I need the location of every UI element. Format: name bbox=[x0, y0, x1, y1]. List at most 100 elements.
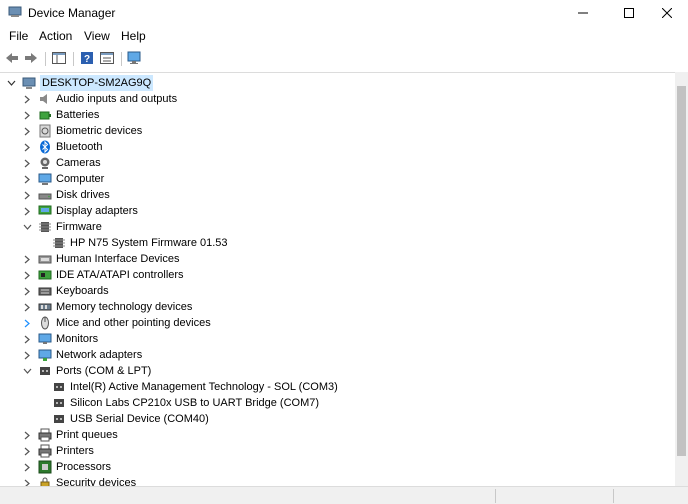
close-button[interactable] bbox=[646, 0, 688, 26]
tree-category[interactable]: Cameras bbox=[22, 155, 101, 171]
device-tree[interactable]: DESKTOP-SM2AG9Q Audio inputs and outputs… bbox=[0, 72, 675, 487]
chevron-right-icon[interactable] bbox=[22, 459, 32, 475]
maximize-button[interactable] bbox=[608, 0, 650, 26]
tree-item-label: Batteries bbox=[56, 109, 100, 121]
menu-view[interactable]: View bbox=[84, 29, 110, 43]
chevron-right-icon[interactable] bbox=[22, 203, 32, 219]
tree-category[interactable]: Disk drives bbox=[22, 187, 110, 203]
vertical-scrollbar[interactable] bbox=[675, 72, 688, 486]
device-manager-icon bbox=[8, 6, 22, 17]
port-icon bbox=[38, 364, 52, 378]
chevron-right-icon[interactable] bbox=[22, 315, 32, 331]
tree-category[interactable]: Print queues bbox=[22, 427, 118, 443]
chevron-right-icon[interactable] bbox=[22, 443, 32, 459]
chevron-right-icon[interactable] bbox=[22, 251, 32, 267]
tree-category[interactable]: Audio inputs and outputs bbox=[22, 91, 177, 107]
printer-icon bbox=[38, 428, 52, 442]
tree-item-label: Computer bbox=[56, 173, 105, 185]
tree-item-label: Memory technology devices bbox=[56, 301, 193, 313]
show-hide-console-tree-button[interactable] bbox=[51, 50, 67, 66]
chip-icon bbox=[52, 236, 66, 250]
tree-category[interactable]: Keyboards bbox=[22, 283, 109, 299]
tree-category[interactable]: Ports (COM & LPT) bbox=[22, 363, 151, 379]
tree-child-item[interactable]: HP N75 System Firmware 01.53 bbox=[42, 235, 228, 251]
close-icon bbox=[662, 8, 672, 18]
minimize-button[interactable] bbox=[562, 0, 604, 26]
chevron-down-icon[interactable] bbox=[6, 75, 16, 91]
tree-item-label: Intel(R) Active Management Technology - … bbox=[70, 381, 338, 393]
chevron-right-icon[interactable] bbox=[22, 283, 32, 299]
tree-item-label: Silicon Labs CP210x USB to UART Bridge (… bbox=[70, 397, 320, 409]
console-tree-icon bbox=[52, 52, 66, 64]
tree-item-label: Keyboards bbox=[56, 285, 109, 297]
title-bar: Device Manager bbox=[0, 0, 688, 26]
scan-monitor-icon bbox=[127, 51, 141, 64]
chevron-right-icon[interactable] bbox=[22, 347, 32, 363]
tree-child-item[interactable]: Intel(R) Active Management Technology - … bbox=[42, 379, 338, 395]
help-button[interactable]: ? bbox=[79, 50, 95, 66]
chevron-right-icon[interactable] bbox=[22, 171, 32, 187]
tree-category[interactable]: Human Interface Devices bbox=[22, 251, 180, 267]
properties-button[interactable] bbox=[99, 50, 115, 66]
tree-category[interactable]: Network adapters bbox=[22, 347, 142, 363]
tree-category[interactable]: Printers bbox=[22, 443, 94, 459]
menu-file[interactable]: File bbox=[9, 29, 28, 43]
chevron-right-icon[interactable] bbox=[22, 331, 32, 347]
tree-category[interactable]: Display adapters bbox=[22, 203, 138, 219]
scrollbar-thumb[interactable] bbox=[677, 86, 686, 456]
tree-category[interactable]: IDE ATA/ATAPI controllers bbox=[22, 267, 184, 283]
tree-category[interactable]: Firmware bbox=[22, 219, 102, 235]
chevron-right-icon[interactable] bbox=[22, 187, 32, 203]
tree-item-label: Processors bbox=[56, 461, 112, 473]
port-icon bbox=[52, 380, 66, 394]
scan-hardware-button[interactable] bbox=[127, 50, 143, 66]
tree-root[interactable]: DESKTOP-SM2AG9Q bbox=[6, 75, 154, 91]
tree-category[interactable]: Monitors bbox=[22, 331, 98, 347]
chevron-right-icon[interactable] bbox=[22, 427, 32, 443]
tree-category[interactable]: Memory technology devices bbox=[22, 299, 192, 315]
tree-item-label: Print queues bbox=[56, 429, 118, 441]
chevron-down-icon[interactable] bbox=[22, 219, 32, 235]
status-divider bbox=[495, 489, 496, 503]
tree-item-label: Human Interface Devices bbox=[56, 253, 180, 265]
toolbar-separator bbox=[121, 52, 122, 66]
tree-item-label: Firmware bbox=[56, 221, 102, 233]
processor-icon bbox=[38, 460, 52, 474]
tree-category[interactable]: Computer bbox=[22, 171, 104, 187]
chevron-right-icon[interactable] bbox=[22, 139, 32, 155]
svg-text:?: ? bbox=[84, 54, 90, 65]
tree-category[interactable]: Mice and other pointing devices bbox=[22, 315, 211, 331]
tree-category[interactable]: Bluetooth bbox=[22, 139, 102, 155]
computer-icon bbox=[38, 172, 52, 186]
root-label: DESKTOP-SM2AG9Q bbox=[40, 75, 154, 91]
tree-item-label: HP N75 System Firmware 01.53 bbox=[70, 237, 228, 249]
keyboard-icon bbox=[38, 284, 52, 298]
tree-child-item[interactable]: Silicon Labs CP210x USB to UART Bridge (… bbox=[42, 395, 319, 411]
hid-icon bbox=[38, 252, 52, 266]
forward-button[interactable] bbox=[23, 50, 39, 66]
status-divider bbox=[613, 489, 614, 503]
mouse-icon bbox=[38, 316, 52, 330]
menu-help[interactable]: Help bbox=[121, 29, 146, 43]
chevron-right-icon[interactable] bbox=[22, 155, 32, 171]
tree-category[interactable]: Biometric devices bbox=[22, 123, 142, 139]
chevron-right-icon[interactable] bbox=[22, 107, 32, 123]
menu-action[interactable]: Action bbox=[39, 29, 72, 43]
tree-category[interactable]: Batteries bbox=[22, 107, 99, 123]
back-button[interactable] bbox=[4, 50, 20, 66]
toolbar-separator bbox=[73, 52, 74, 66]
chevron-right-icon[interactable] bbox=[22, 91, 32, 107]
camera-icon bbox=[38, 156, 52, 170]
chevron-right-icon[interactable] bbox=[22, 123, 32, 139]
tree-item-label: Mice and other pointing devices bbox=[56, 317, 211, 329]
network-icon bbox=[38, 348, 52, 362]
menu-bar: File Action View Help bbox=[0, 26, 688, 46]
chevron-down-icon[interactable] bbox=[22, 363, 32, 379]
chevron-right-icon[interactable] bbox=[22, 267, 32, 283]
back-arrow-icon bbox=[6, 53, 18, 63]
chevron-right-icon[interactable] bbox=[22, 299, 32, 315]
tree-item-label: Audio inputs and outputs bbox=[56, 93, 178, 105]
tree-category[interactable]: Processors bbox=[22, 459, 111, 475]
maximize-icon bbox=[624, 8, 634, 18]
tree-child-item[interactable]: USB Serial Device (COM40) bbox=[42, 411, 209, 427]
